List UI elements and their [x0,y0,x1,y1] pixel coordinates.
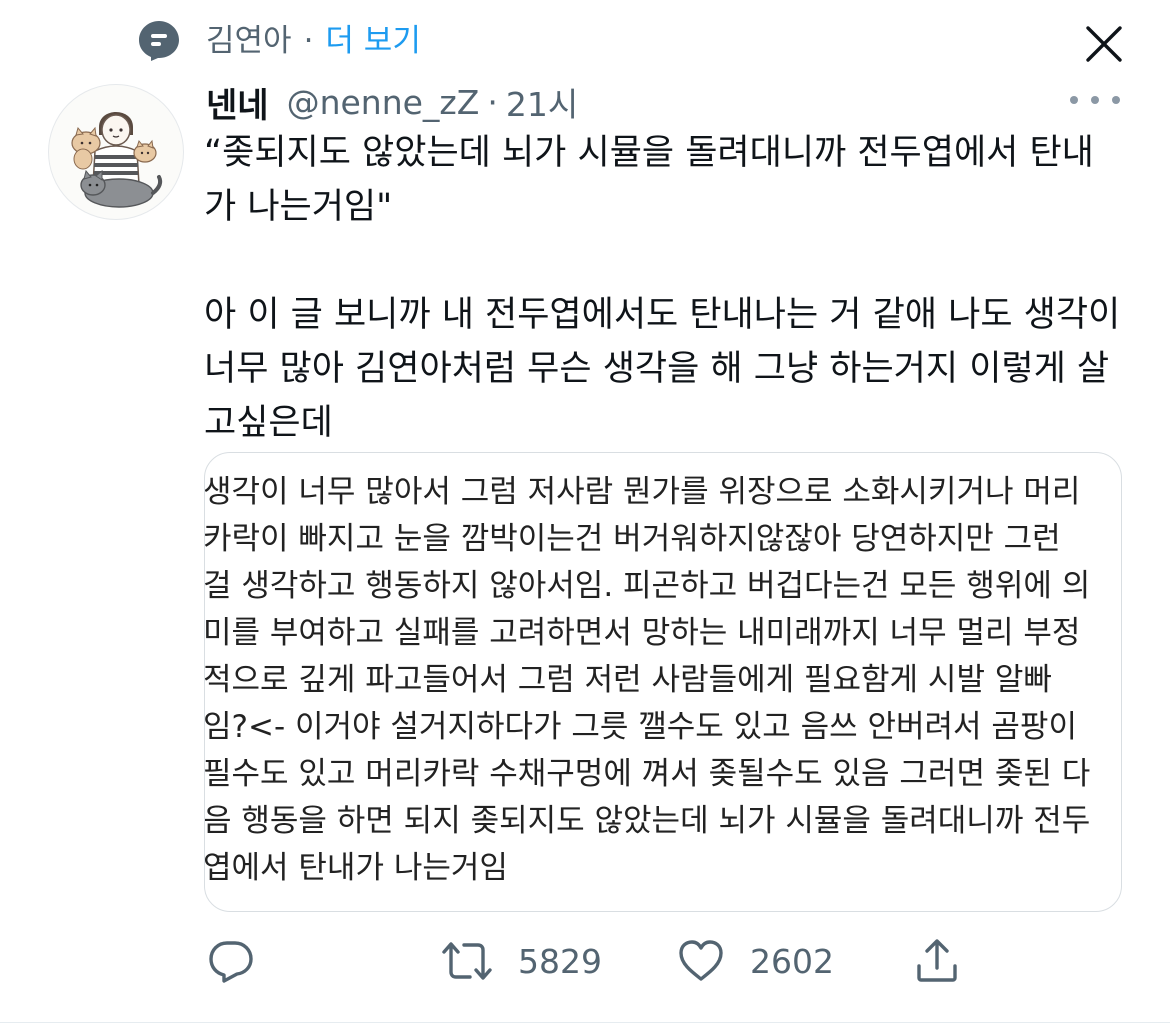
media-text-line: 카락이 빠지고 눈을 깜박이는건 버거워하지않잖아 당연하지만 그런 [204,521,1061,557]
reply-button[interactable] [206,934,256,988]
tweet-paragraph: “좆되지도 않았는데 뇌가 시뮬을 돌려대니까 전두엽에서 탄내가 나는거임" [204,133,1094,227]
divider [0,1022,1170,1023]
time-separator: · [487,82,498,122]
close-icon [1086,26,1122,62]
tweet-timestamp[interactable]: 21시 [506,78,578,126]
like-count: 2602 [750,941,834,981]
tweet-media-image[interactable]: 생각이 너무 많아서 그럼 저사람 뭔가를 위장으로 소화시키거나 머리 카락이… [204,452,1122,912]
more-icon-dot [1091,96,1099,104]
tweet-author-row: 넨네 @nenne_zZ · 21시 [206,78,578,127]
more-options-button[interactable] [1070,90,1120,110]
see-more-link[interactable]: 더 보기 [325,23,420,59]
share-icon [917,939,957,982]
more-icon [1070,96,1078,104]
topic-separator: · [303,23,314,59]
media-text-line: 필수도 있고 머리카락 수채구멍에 껴서 좆될수도 있음 그러면 좆된 다 [204,756,1091,792]
tweet-action-bar: 5829 2602 [0,934,1170,988]
media-text-line: 적으로 깊게 파고들어서 그럼 저런 사람들에게 필요함게 시발 알빠 [204,662,1052,698]
close-button[interactable] [1084,24,1124,64]
retweet-count: 5829 [518,941,602,981]
author-display-name[interactable]: 넨네 [206,78,269,127]
retweet-button[interactable]: 5829 [440,934,602,988]
media-image-text: 생각이 너무 많아서 그럼 저사람 뭔가를 위장으로 소화시키거나 머리 카락이… [204,469,1121,892]
media-text-line: 임?<- 이거야 설거지하다가 그릇 깰수도 있고 음쓰 안버려서 곰팡이 [204,709,1077,745]
share-button[interactable] [912,934,962,988]
topic-icon [138,20,180,62]
media-text-line: 엽에서 탄내가 나는거임 [204,850,508,886]
tweet-text: “좆되지도 않았는데 뇌가 시뮬을 돌려대니까 전두엽에서 탄내가 나는거임" … [204,126,1124,450]
topic-name[interactable]: 김연아 [206,23,292,59]
avatar-illustration [71,112,163,208]
media-text-line: 생각이 너무 많아서 그럼 저사람 뭔가를 위장으로 소화시키거나 머리 [204,474,1081,510]
retweet-icon [442,942,492,980]
tweet-detail-page: 김연아 · 더 보기 넨네 @nenne_zZ · 21시 “좆되지도 않았는데… [0,0,1170,1034]
author-handle[interactable]: @nenne_zZ [287,83,480,122]
media-text-line: 미를 부여하고 실패를 고려하면서 망하는 내미래까지 너무 멀리 부정 [204,615,1081,651]
media-text-line: 걸 생각하고 행동하지 않아서임. 피곤하고 버겁다는건 모든 행위에 의 [204,568,1091,604]
avatar[interactable] [48,84,184,220]
tweet-paragraph: 아 이 글 보니까 내 전두엽에서도 탄내나는 거 같애 나도 생각이 너무 많… [204,295,1121,443]
media-text-line: 음 행동을 하면 되지 좆되지도 않았는데 뇌가 시뮬을 돌려대니까 전두 [204,803,1091,839]
like-button[interactable]: 2602 [676,934,834,988]
more-icon-dot [1112,96,1120,104]
topic-context: 김연아 · 더 보기 [206,20,421,62]
reply-icon [209,941,253,983]
heart-icon [679,940,723,981]
